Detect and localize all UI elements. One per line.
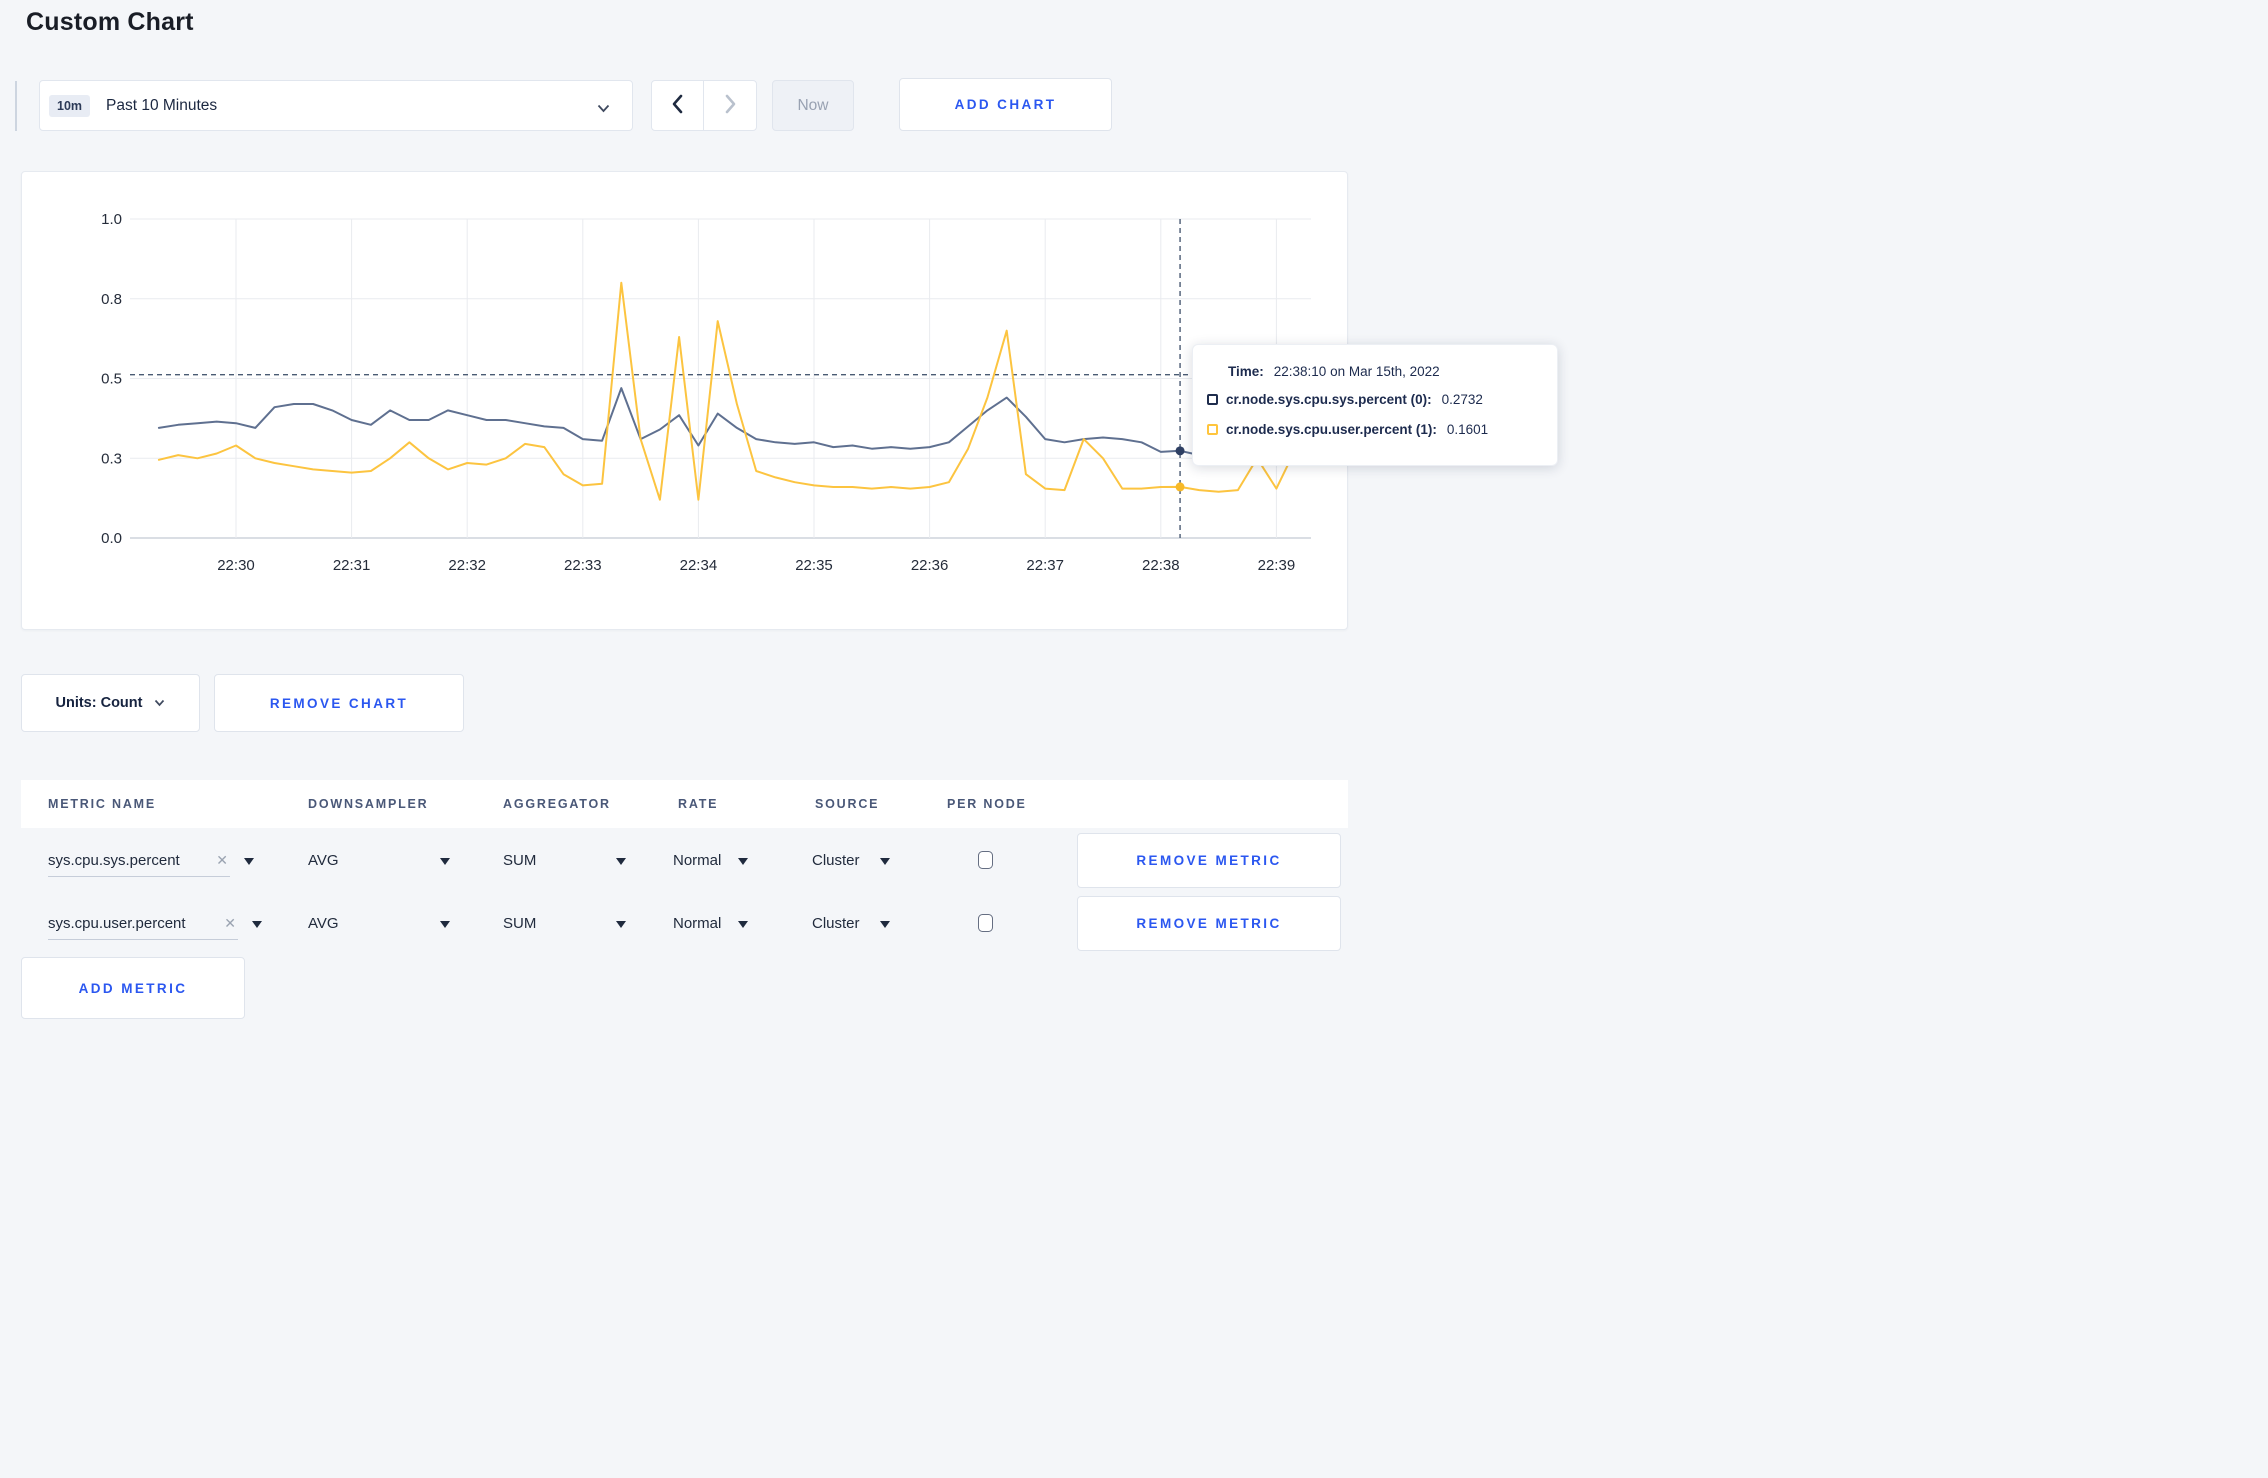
remove-chart-button[interactable]: REMOVE CHART <box>214 674 464 732</box>
x-axis-label: 22:31 <box>333 557 371 574</box>
series-line-sys <box>157 387 1297 457</box>
header-rate: RATE <box>678 797 719 811</box>
chart-tooltip: Time: 22:38:10 on Mar 15th, 2022 cr.node… <box>1192 344 1558 466</box>
metric-row: sys.cpu.user.percent ✕ AVG SUM Normal Cl… <box>0 895 1568 953</box>
rate-value[interactable]: Normal <box>673 895 721 953</box>
source-caret-icon[interactable] <box>880 858 890 865</box>
chevron-left-icon <box>670 93 686 118</box>
metric-row: sys.cpu.sys.percent ✕ AVG SUM Normal Clu… <box>0 832 1568 890</box>
clear-metric-icon[interactable]: ✕ <box>214 852 230 869</box>
units-label: Units: Count <box>55 695 143 711</box>
time-range-select[interactable]: 10m Past 10 Minutes <box>39 80 633 131</box>
prev-interval-button[interactable] <box>652 81 705 130</box>
source-value[interactable]: Cluster <box>812 832 860 890</box>
rate-caret-icon[interactable] <box>738 921 748 928</box>
toolbar-left-rule <box>15 81 17 131</box>
tooltip-user-label: cr.node.sys.cpu.user.percent (1): <box>1226 421 1437 437</box>
rate-caret-icon[interactable] <box>738 858 748 865</box>
downsampler-value[interactable]: AVG <box>308 895 339 953</box>
downsampler-caret-icon[interactable] <box>440 858 450 865</box>
time-range-badge: 10m <box>49 94 91 117</box>
remove-metric-button[interactable]: REMOVE METRIC <box>1077 833 1341 888</box>
time-nav-group <box>651 80 757 131</box>
chart-plot-area[interactable]: 0.0 0.3 0.5 0.8 1.0 22:30 22:31 22:32 22:33 22:34… <box>22 172 1349 631</box>
downsampler-caret-icon[interactable] <box>440 921 450 928</box>
source-value[interactable]: Cluster <box>812 895 860 953</box>
hover-point-user <box>1175 482 1185 492</box>
x-axis-label: 22:34 <box>680 557 718 574</box>
tooltip-user-value: 0.1601 <box>1446 421 1489 437</box>
sys-series-swatch-icon <box>1207 393 1218 405</box>
aggregator-value[interactable]: SUM <box>503 895 536 953</box>
page-title: Custom Chart <box>26 8 194 36</box>
hover-point-sys <box>1175 446 1185 456</box>
x-axis-label: 22:32 <box>448 557 486 574</box>
remove-metric-button[interactable]: REMOVE METRIC <box>1077 896 1341 951</box>
now-button[interactable]: Now <box>772 80 854 131</box>
x-axis-label: 22:30 <box>217 557 255 574</box>
metric-name-select[interactable]: sys.cpu.sys.percent ✕ <box>48 845 230 877</box>
chevron-down-icon <box>597 100 610 118</box>
source-caret-icon[interactable] <box>880 921 890 928</box>
custom-chart-page: Custom Chart 10m Past 10 Minutes Now ADD… <box>0 0 1568 1022</box>
x-axis-label: 22:38 <box>1142 557 1180 574</box>
add-metric-button[interactable]: ADD METRIC <box>21 957 245 1019</box>
downsampler-value[interactable]: AVG <box>308 832 339 890</box>
x-axis-label: 22:36 <box>911 557 949 574</box>
per-node-checkbox[interactable] <box>978 914 993 932</box>
x-axis-label: 22:33 <box>564 557 602 574</box>
per-node-checkbox[interactable] <box>978 851 993 869</box>
header-downsampler: DOWNSAMPLER <box>308 797 429 811</box>
metric-caret-icon[interactable] <box>252 921 262 928</box>
y-axis-label: 0.0 <box>101 530 122 547</box>
chart-card: 0.0 0.3 0.5 0.8 1.0 22:30 22:31 22:32 22:33 22:34… <box>21 171 1348 630</box>
metric-name-select[interactable]: sys.cpu.user.percent ✕ <box>48 908 238 940</box>
y-axis-label: 1.0 <box>101 211 122 228</box>
tooltip-sys-label: cr.node.sys.cpu.sys.percent (0): <box>1226 391 1432 407</box>
tooltip-sys-value: 0.2732 <box>1441 391 1483 407</box>
series-line-user <box>157 281 1297 501</box>
next-interval-button[interactable] <box>704 81 756 130</box>
aggregator-caret-icon[interactable] <box>616 858 626 865</box>
chevron-right-icon <box>722 93 738 118</box>
units-select[interactable]: Units: Count <box>21 674 200 732</box>
metric-caret-icon[interactable] <box>244 858 254 865</box>
tooltip-time-label: Time: <box>1228 363 1264 379</box>
header-metric-name: METRIC NAME <box>48 797 156 811</box>
y-axis-label: 0.8 <box>101 291 122 308</box>
time-range-label: Past 10 Minutes <box>106 96 218 114</box>
header-per-node: PER NODE <box>947 797 1027 811</box>
x-axis-label: 22:35 <box>795 557 833 574</box>
header-source: SOURCE <box>815 797 880 811</box>
aggregator-caret-icon[interactable] <box>616 921 626 928</box>
metrics-table-header: METRIC NAME DOWNSAMPLER AGGREGATOR RATE … <box>21 780 1348 828</box>
chevron-down-icon <box>154 695 165 711</box>
y-axis-label: 0.5 <box>101 371 122 388</box>
y-axis-label: 0.3 <box>101 450 122 467</box>
clear-metric-icon[interactable]: ✕ <box>222 915 238 932</box>
tooltip-time-value: 22:38:10 on Mar 15th, 2022 <box>1273 363 1440 379</box>
rate-value[interactable]: Normal <box>673 832 721 890</box>
x-axis-label: 22:37 <box>1026 557 1064 574</box>
header-aggregator: AGGREGATOR <box>503 797 611 811</box>
x-axis-label: 22:39 <box>1258 557 1296 574</box>
add-chart-button[interactable]: ADD CHART <box>899 78 1112 131</box>
user-series-swatch-icon <box>1207 423 1218 435</box>
aggregator-value[interactable]: SUM <box>503 832 536 890</box>
